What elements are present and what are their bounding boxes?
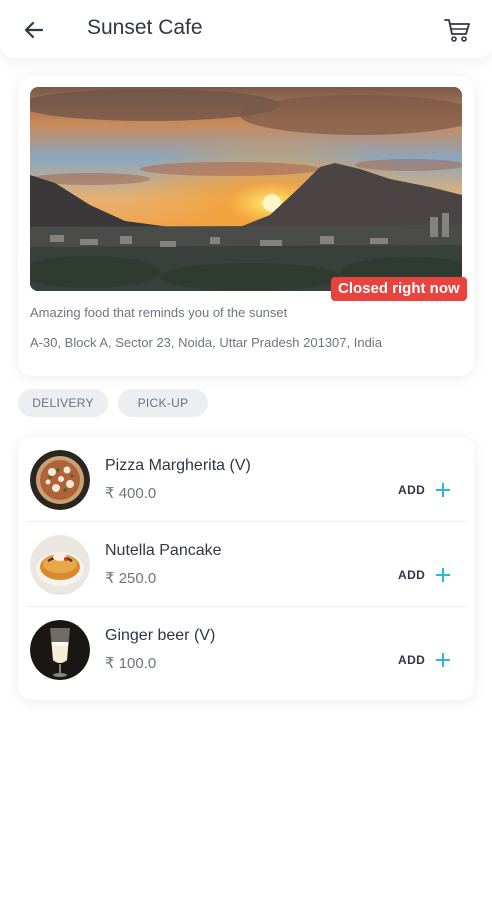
pancake-image: [30, 535, 90, 595]
pizza-image: [30, 450, 90, 510]
cart-icon: [444, 19, 470, 42]
cart-button[interactable]: [440, 13, 474, 47]
restaurant-info-card: Amazing food that reminds you of the sun…: [18, 76, 474, 376]
delivery-chip[interactable]: DELIVERY: [18, 389, 108, 417]
add-label: ADD: [398, 568, 426, 582]
item-name: Ginger beer (V): [105, 627, 216, 644]
pickup-chip[interactable]: PICK-UP: [118, 389, 208, 417]
back-button[interactable]: [18, 14, 50, 46]
menu-item-pizza-margherita[interactable]: Pizza Margherita (V) ₹ 400.0 ADD: [18, 437, 474, 522]
add-label: ADD: [398, 653, 426, 667]
plus-icon: [435, 567, 451, 583]
item-price: ₹ 400.0: [105, 485, 157, 502]
ginger-beer-image: [30, 620, 90, 680]
plus-icon: [435, 652, 451, 668]
add-button[interactable]: ADD: [398, 482, 451, 498]
item-price: ₹ 100.0: [105, 655, 157, 672]
restaurant-address: A-30, Block A, Sector 23, Noida, Uttar P…: [30, 335, 382, 350]
item-name: Pizza Margherita (V): [105, 457, 251, 474]
menu-list: Pizza Margherita (V) ₹ 400.0 ADD Nutella…: [18, 437, 474, 700]
page-title: Sunset Cafe: [87, 16, 203, 39]
app-bar: Sunset Cafe: [0, 0, 492, 58]
status-badge: Closed right now: [331, 277, 467, 301]
menu-item-ginger-beer[interactable]: Ginger beer (V) ₹ 100.0 ADD: [18, 607, 474, 692]
item-name: Nutella Pancake: [105, 542, 222, 559]
menu-item-nutella-pancake[interactable]: Nutella Pancake ₹ 250.0 ADD: [18, 522, 474, 607]
arrow-left-icon: [24, 21, 44, 39]
add-button[interactable]: ADD: [398, 652, 451, 668]
item-price: ₹ 250.0: [105, 570, 157, 587]
add-label: ADD: [398, 483, 426, 497]
restaurant-cover-image: [30, 87, 462, 291]
restaurant-tagline: Amazing food that reminds you of the sun…: [30, 305, 288, 320]
plus-icon: [435, 482, 451, 498]
add-button[interactable]: ADD: [398, 567, 451, 583]
